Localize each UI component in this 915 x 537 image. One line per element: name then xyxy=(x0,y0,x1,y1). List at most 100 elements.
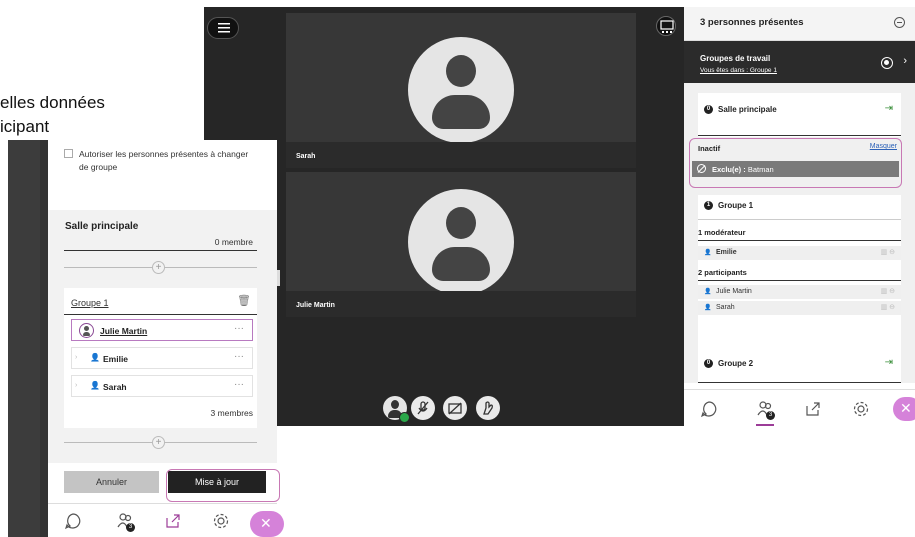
join-group-icon[interactable]: ⇥ xyxy=(885,103,893,114)
group-2-card: 0 Groupe 2 ⇥ xyxy=(698,345,901,383)
moderators-label: 1 modérateur xyxy=(698,228,746,237)
collapse-icon[interactable] xyxy=(894,17,905,28)
close-panel-button[interactable]: ✕ xyxy=(250,511,284,537)
allow-switch-checkbox[interactable] xyxy=(64,149,73,158)
attendees-badge: 3 xyxy=(766,411,775,420)
more-icon[interactable]: ··· xyxy=(234,379,244,390)
tile-name: Sarah xyxy=(296,153,316,160)
chevron-right-icon[interactable]: › xyxy=(903,55,907,67)
participant-name: Julie Martin xyxy=(716,288,752,295)
background-text-line-1: elles données xyxy=(0,93,105,112)
collaborate-session-screenshot: Sarah Julie Martin 3 personnes présentes… xyxy=(204,7,915,426)
options-icon[interactable]: ▥ ⊖ xyxy=(881,248,895,256)
group-number-badge: 0 xyxy=(704,105,713,114)
groups-list: 0 Salle principale ⇥ 1 Groupe 1 1 modéra… xyxy=(684,83,915,383)
share-content-button[interactable] xyxy=(164,512,182,530)
list-item[interactable]: 👤 Emilie ▥ ⊖ xyxy=(698,246,901,260)
tile-name: Julie Martin xyxy=(296,302,335,309)
panel-footer-nav: 3 xyxy=(48,503,277,537)
more-icon[interactable]: ··· xyxy=(234,323,244,334)
inactive-label: Inactif xyxy=(698,144,721,153)
person-icon: 👤 xyxy=(704,250,712,256)
member-name: Emilie xyxy=(103,354,129,364)
more-icon[interactable]: ··· xyxy=(234,351,244,362)
avatar-placeholder xyxy=(408,37,514,143)
raise-hand-button[interactable] xyxy=(476,396,500,420)
gear-icon xyxy=(213,513,229,529)
hide-link[interactable]: Masquer xyxy=(870,143,897,150)
breakout-groups-bar[interactable]: Groupes de travail Vous êtes dans : Grou… xyxy=(684,41,915,83)
chat-icon xyxy=(64,513,81,530)
drag-handle-icon[interactable]: › xyxy=(75,382,77,389)
blocked-icon xyxy=(697,164,706,173)
add-group-button[interactable]: + xyxy=(152,436,165,449)
person-icon: 👤 xyxy=(704,289,712,295)
close-icon: ✕ xyxy=(260,515,272,531)
chat-button[interactable] xyxy=(64,512,82,530)
trash-icon[interactable]: 🗑 xyxy=(237,294,251,307)
avatar-placeholder xyxy=(408,189,514,295)
stop-groups-icon[interactable] xyxy=(881,57,893,69)
member-name: Sarah xyxy=(103,382,127,392)
session-menu-button[interactable] xyxy=(207,17,239,39)
group-1-name[interactable]: Groupe 1 xyxy=(71,298,109,308)
cancel-button[interactable]: Annuler xyxy=(64,471,159,493)
attendees-count-title: 3 personnes présentes xyxy=(700,17,804,28)
add-group-button[interactable]: + xyxy=(152,261,165,274)
resize-handle[interactable] xyxy=(277,270,280,286)
chat-icon xyxy=(700,401,717,418)
hamburger-icon xyxy=(218,23,230,33)
list-item[interactable]: Julie Martin ··· xyxy=(71,319,253,341)
current-group-link[interactable]: Vous êtes dans : Groupe 1 xyxy=(700,67,777,74)
list-item[interactable]: › 👤 Emilie ··· xyxy=(71,347,253,369)
group-1-card: 1 Groupe 1 1 modérateur 👤 Emilie ▥ ⊖ 2 p… xyxy=(698,195,901,350)
person-icon: 👤 xyxy=(90,353,100,362)
settings-button[interactable] xyxy=(852,400,870,418)
video-tile-sarah: Sarah xyxy=(286,13,636,168)
person-icon: 👤 xyxy=(90,381,100,390)
share-icon xyxy=(166,514,180,528)
microphone-off-icon xyxy=(417,401,429,415)
moderator-name: Emilie xyxy=(716,249,737,256)
group-1-card: Groupe 1 🗑 Julie Martin ··· › 👤 Emilie ·… xyxy=(64,288,257,428)
camera-off-icon xyxy=(448,402,462,415)
participant-name: Sarah xyxy=(716,304,735,311)
options-icon[interactable]: ▥ ⊖ xyxy=(881,303,895,311)
attendees-tab[interactable]: 3 xyxy=(116,512,135,532)
excluded-label: Exclu(e) : xyxy=(712,165,746,174)
panel-footer-nav: 3 ✕ xyxy=(684,389,915,426)
list-item[interactable]: 👤 Julie Martin ▥ ⊖ xyxy=(698,285,901,299)
hand-icon xyxy=(483,401,493,415)
video-tile-julie-martin: Julie Martin xyxy=(286,172,636,317)
share-content-button[interactable] xyxy=(804,400,822,418)
breakout-groups-title: Groupes de travail xyxy=(700,54,771,63)
excluded-user-row[interactable]: Exclu(e) : Batman xyxy=(692,161,899,177)
excluded-name: Batman xyxy=(747,165,774,174)
background-text-line-2: icipant xyxy=(0,117,50,136)
attendees-badge: 3 xyxy=(126,523,135,532)
gear-icon xyxy=(853,401,869,417)
share-icon xyxy=(806,402,820,416)
participants-label: 2 participants xyxy=(698,268,747,277)
panel-header: 3 personnes présentes xyxy=(684,7,915,41)
attendees-tab[interactable]: 3 xyxy=(756,400,775,426)
microphone-button[interactable] xyxy=(411,396,435,420)
list-item[interactable]: 👤 Sarah ▥ ⊖ xyxy=(698,301,901,315)
layout-toggle-button[interactable] xyxy=(656,16,676,36)
group-2-title: Groupe 2 xyxy=(718,359,754,368)
member-name: Julie Martin xyxy=(100,326,148,336)
group-1-title: Groupe 1 xyxy=(718,201,754,210)
camera-button[interactable] xyxy=(443,396,467,420)
chat-button[interactable] xyxy=(700,400,718,418)
list-item[interactable]: › 👤 Sarah ··· xyxy=(71,375,253,397)
close-panel-button[interactable]: ✕ xyxy=(893,397,915,421)
options-icon[interactable]: ▥ ⊖ xyxy=(881,287,895,295)
my-status-button[interactable] xyxy=(383,396,410,423)
drag-handle-icon[interactable]: › xyxy=(75,354,77,361)
main-room-count: 0 membre xyxy=(214,237,253,247)
status-ok-icon xyxy=(399,412,410,423)
join-group-icon[interactable]: ⇥ xyxy=(885,357,893,368)
grid-view-icon xyxy=(660,20,674,33)
inactive-section: Inactif Masquer Exclu(e) : Batman xyxy=(689,138,902,188)
settings-button[interactable] xyxy=(212,512,230,530)
